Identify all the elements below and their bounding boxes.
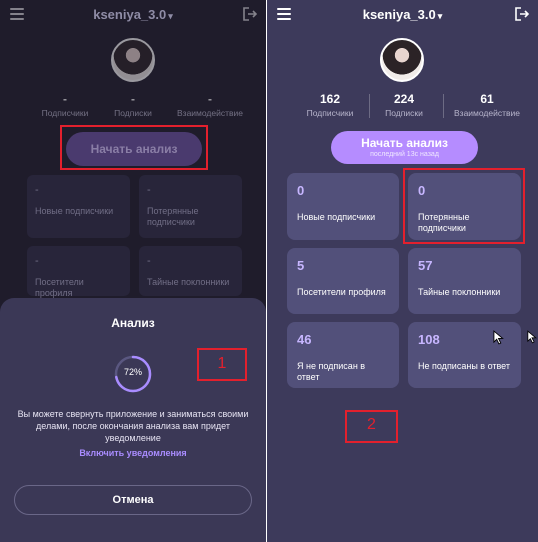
start-analysis-button[interactable]: Начать анализ последний 13с назад (331, 131, 478, 164)
card-lost-followers[interactable]: - Потерянные подписчики (139, 175, 242, 238)
username-label: kseniya_3.0 (362, 7, 436, 22)
username-selector[interactable]: kseniya_3.0 ▾ (0, 7, 266, 22)
stat-label: Подписчики (306, 108, 354, 118)
card-new-followers[interactable]: - Новые подписчики (27, 175, 130, 238)
card-not-following-back-me[interactable]: 46 Я не подписан в ответ (287, 322, 399, 388)
card-label: Новые подписчики (297, 212, 376, 222)
username-label: kseniya_3.0 (93, 7, 167, 22)
card-label: Не подписаны в ответ (418, 361, 511, 371)
left-screen: kseniya_3.0 ▾ - Подписчики - Подписки - В… (0, 0, 266, 542)
cancel-button[interactable]: Отмена (14, 485, 252, 515)
card-value: - (35, 184, 39, 196)
stat-engagement: 61 Взаимодействие (447, 92, 527, 118)
right-screen: kseniya_3.0 ▾ 162 Подписчики 224 Подписки… (267, 0, 538, 542)
stats-row: 162 Подписчики 224 Подписки 61 Взаимодей… (267, 92, 538, 122)
stat-divider (443, 94, 444, 118)
card-secret-admirers[interactable]: - Тайные поклонники (139, 246, 242, 296)
stat-label: Взаимодействие (177, 108, 243, 118)
avatar (380, 38, 424, 82)
stat-engagement: - Взаимодействие (170, 92, 250, 118)
card-secret-admirers[interactable]: 57 Тайные поклонники (408, 248, 521, 314)
sheet-title: Анализ (111, 316, 155, 330)
enable-notifications-link[interactable]: Включить уведомления (0, 448, 266, 458)
card-new-followers[interactable]: 0 Новые подписчики (287, 173, 399, 240)
card-label: Потерянные подписчики (147, 206, 199, 227)
card-label: Тайные поклонники (147, 277, 230, 287)
sheet-message: Вы можете свернуть приложение и занимать… (17, 409, 249, 443)
chevron-down-icon: ▾ (168, 11, 173, 21)
highlight-box-start-button (60, 125, 208, 170)
stat-label: Взаимодействие (454, 108, 520, 118)
logout-icon[interactable] (514, 6, 530, 22)
cursor-icon (527, 330, 537, 344)
right-header: kseniya_3.0 ▾ (267, 0, 538, 30)
start-analysis-label: Начать анализ (361, 136, 448, 150)
card-profile-visitors[interactable]: - Посетители профиля (27, 246, 130, 298)
card-label: Тайные поклонники (418, 287, 501, 297)
card-value: 57 (418, 258, 433, 273)
annotation-label-1: 1 (217, 355, 227, 372)
annotation-label-2: 2 (367, 416, 376, 433)
card-value: 0 (297, 183, 305, 198)
stat-following: - Подписки (93, 92, 173, 118)
card-not-following-back-them[interactable]: 108 Не подписаны в ответ (408, 322, 521, 388)
cursor-icon (493, 330, 504, 345)
card-profile-visitors[interactable]: 5 Посетители профиля (287, 248, 399, 314)
stat-label: Подписки (114, 108, 152, 118)
avatar (111, 38, 155, 82)
card-label: Посетители профиля (35, 277, 84, 298)
stat-value: - (208, 92, 212, 106)
stat-value: - (131, 92, 135, 106)
logout-icon[interactable] (242, 6, 258, 22)
card-value: 46 (297, 332, 312, 347)
panel-divider (266, 0, 267, 542)
stat-value: 61 (480, 92, 494, 106)
stat-following: 224 Подписки (364, 92, 444, 118)
last-analysis-time: последний 13с назад (370, 151, 439, 158)
card-value: - (147, 255, 151, 267)
stat-value: 224 (393, 92, 415, 106)
left-header: kseniya_3.0 ▾ (0, 0, 266, 30)
analysis-sheet: Анализ 72% Вы можете свернуть приложение… (0, 298, 266, 542)
card-label: Я не подписан в ответ (297, 361, 366, 382)
chevron-down-icon: ▾ (437, 11, 443, 21)
highlight-box-lost-followers (403, 168, 525, 244)
card-label: Посетители профиля (297, 287, 386, 297)
stat-value: 162 (319, 92, 341, 106)
stat-label: Подписки (385, 108, 423, 118)
stats-row: - Подписчики - Подписки - Взаимодействие (0, 92, 266, 122)
card-label: Новые подписчики (35, 206, 114, 216)
card-value: - (147, 184, 151, 196)
stat-followers: 162 Подписчики (290, 92, 370, 118)
progress-percent: 72% (123, 367, 142, 377)
username-selector[interactable]: kseniya_3.0 ▾ (267, 7, 538, 22)
card-value: - (35, 255, 39, 267)
card-value: 5 (297, 258, 305, 273)
